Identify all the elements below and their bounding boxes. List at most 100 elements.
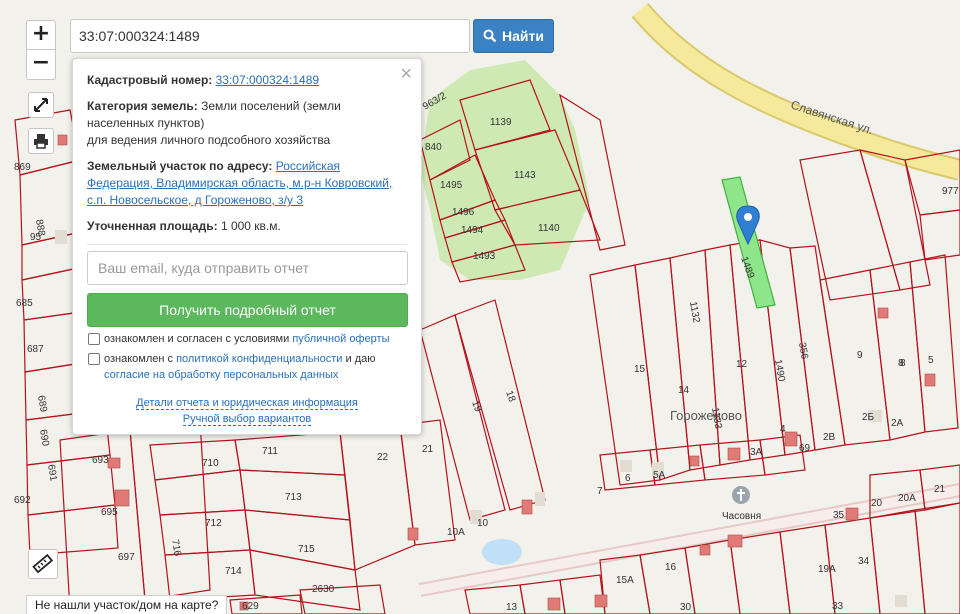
email-field[interactable]	[87, 251, 408, 285]
plot-label: 4	[780, 424, 786, 435]
plot-label: 35	[833, 510, 845, 521]
ruler-button[interactable]	[28, 549, 58, 579]
plot-label: 6	[625, 473, 631, 484]
manual-row: Ручной выбор вариантов	[73, 411, 421, 427]
plot-label: 869	[14, 162, 31, 173]
plot-label: 1139	[490, 117, 512, 128]
plot-label: 711	[262, 446, 278, 457]
area-label: Уточненная площадь:	[87, 219, 218, 233]
village-label: Гороженово	[670, 408, 742, 423]
print-icon	[34, 134, 48, 149]
plot-label: 95	[30, 232, 42, 243]
cadastral-label: Кадастровый номер:	[87, 73, 213, 87]
plot-label: 10А	[447, 527, 465, 538]
plot-label: 840	[425, 142, 442, 153]
plot-label: 693	[92, 455, 109, 466]
plot-label: 16	[665, 562, 677, 573]
plot-label: 13	[506, 602, 518, 613]
consent-offer-label: ознакомлен и согласен с условиями	[104, 333, 293, 345]
details-row: Детали отчета и юридическая информация	[73, 395, 421, 411]
plot-label: 20А	[898, 493, 916, 504]
category-label: Категория земель:	[87, 99, 198, 113]
expand-icon	[34, 98, 48, 112]
plot-label: 710	[202, 458, 219, 469]
search-input[interactable]	[70, 19, 470, 53]
plot-label: 34	[858, 556, 870, 567]
plot-label: 715	[298, 544, 315, 555]
plot-label: 629	[242, 601, 259, 612]
plot-label: 20	[871, 498, 883, 509]
plot-label: 714	[225, 566, 242, 577]
print-button[interactable]	[28, 128, 54, 154]
zoom-out-button[interactable]: −	[26, 50, 56, 80]
search-button[interactable]: Найти	[473, 19, 554, 53]
pond	[482, 539, 522, 565]
category-row: Категория земель: Земли поселений (земли…	[87, 98, 407, 149]
fullscreen-button[interactable]	[28, 92, 54, 118]
cadastral-row: Кадастровый номер: 33:07:000324:1489	[87, 72, 407, 89]
plot-label: 1494	[461, 225, 484, 236]
area-value: 1 000 кв.м.	[220, 219, 281, 233]
plot-label: 692	[14, 495, 31, 506]
personal-data-link[interactable]: согласие на обработку персональных данны…	[104, 369, 338, 381]
offer-checkbox[interactable]	[88, 333, 100, 345]
plot-label: 33	[832, 601, 844, 612]
close-icon[interactable]: ×	[400, 64, 412, 84]
plot-label: 2Б	[862, 412, 875, 423]
plot-label: 2А	[891, 418, 904, 429]
plot-label: 1140	[538, 223, 560, 234]
plot-label: 69	[799, 443, 811, 454]
privacy-policy-link[interactable]: политикой конфиденциальности	[176, 353, 342, 365]
get-report-button[interactable]: Получить подробный отчет	[87, 293, 408, 327]
ruler-icon	[32, 553, 54, 574]
plot-label: 1143	[514, 170, 536, 181]
chapel-label: Часовня	[722, 511, 761, 522]
plot-label: 10	[477, 518, 489, 529]
plot-label: 1496	[452, 207, 475, 218]
plot-label: 713	[285, 492, 302, 503]
plot-label: 22	[377, 452, 389, 463]
divider	[87, 244, 407, 245]
consent-privacy-text: ознакомлен с политикой конфиденциальност…	[104, 351, 407, 383]
privacy-checkbox[interactable]	[88, 353, 100, 365]
address-row: Земельный участок по адресу: Российская …	[87, 158, 407, 209]
manual-select-link[interactable]: Ручной выбор вариантов	[182, 413, 312, 426]
plot-label: 697	[118, 552, 135, 563]
plot-label: 5	[928, 355, 934, 366]
address-label: Земельный участок по адресу:	[87, 159, 273, 173]
plot-label: 21	[422, 444, 434, 455]
category-use: для ведения личного подсобного хозяйства	[87, 133, 331, 147]
plot-label: 977	[942, 186, 959, 197]
search-button-label: Найти	[502, 28, 544, 44]
plot-label: 19А	[818, 564, 836, 575]
plot-label: 9	[857, 350, 863, 361]
cadastral-link[interactable]: 33:07:000324:1489	[216, 73, 319, 87]
chapel-icon	[732, 486, 750, 504]
consent-offer: ознакомлен и согласен с условиями публич…	[87, 331, 407, 347]
plot-label: 14	[678, 385, 690, 396]
plot-label: 8	[900, 358, 906, 369]
consent-privacy-label: ознакомлен с	[104, 353, 177, 365]
plot-label: 7	[597, 486, 603, 497]
consent-privacy: ознакомлен с политикой конфиденциальност…	[87, 351, 407, 383]
plot-label: 12	[736, 359, 748, 370]
search-icon	[483, 29, 497, 43]
plot-label: 21	[934, 484, 946, 495]
details-link[interactable]: Детали отчета и юридическая информация	[136, 397, 358, 410]
plot-label: 3А	[750, 447, 763, 458]
plot-label: 2В	[823, 432, 836, 443]
consent-offer-text: ознакомлен и согласен с условиями публич…	[104, 331, 390, 347]
not-found-link[interactable]: Не нашли участок/дом на карте?	[26, 595, 228, 614]
consent-privacy-mid: и даю	[342, 353, 376, 365]
plot-label: 15	[634, 364, 646, 375]
public-offer-link[interactable]: публичной оферты	[292, 333, 389, 345]
plot-label: 695	[101, 507, 118, 518]
plot-label: 1493	[473, 251, 496, 262]
parcel-info-popup: × Кадастровый номер: 33:07:000324:1489 К…	[72, 58, 422, 435]
plot-label: 30	[680, 602, 692, 613]
plot-label: 687	[27, 344, 44, 355]
area-row: Уточненная площадь: 1 000 кв.м.	[87, 218, 407, 235]
zoom-in-button[interactable]: +	[26, 20, 56, 50]
plot-label: 2630	[312, 584, 335, 595]
plot-label: 685	[16, 298, 33, 309]
